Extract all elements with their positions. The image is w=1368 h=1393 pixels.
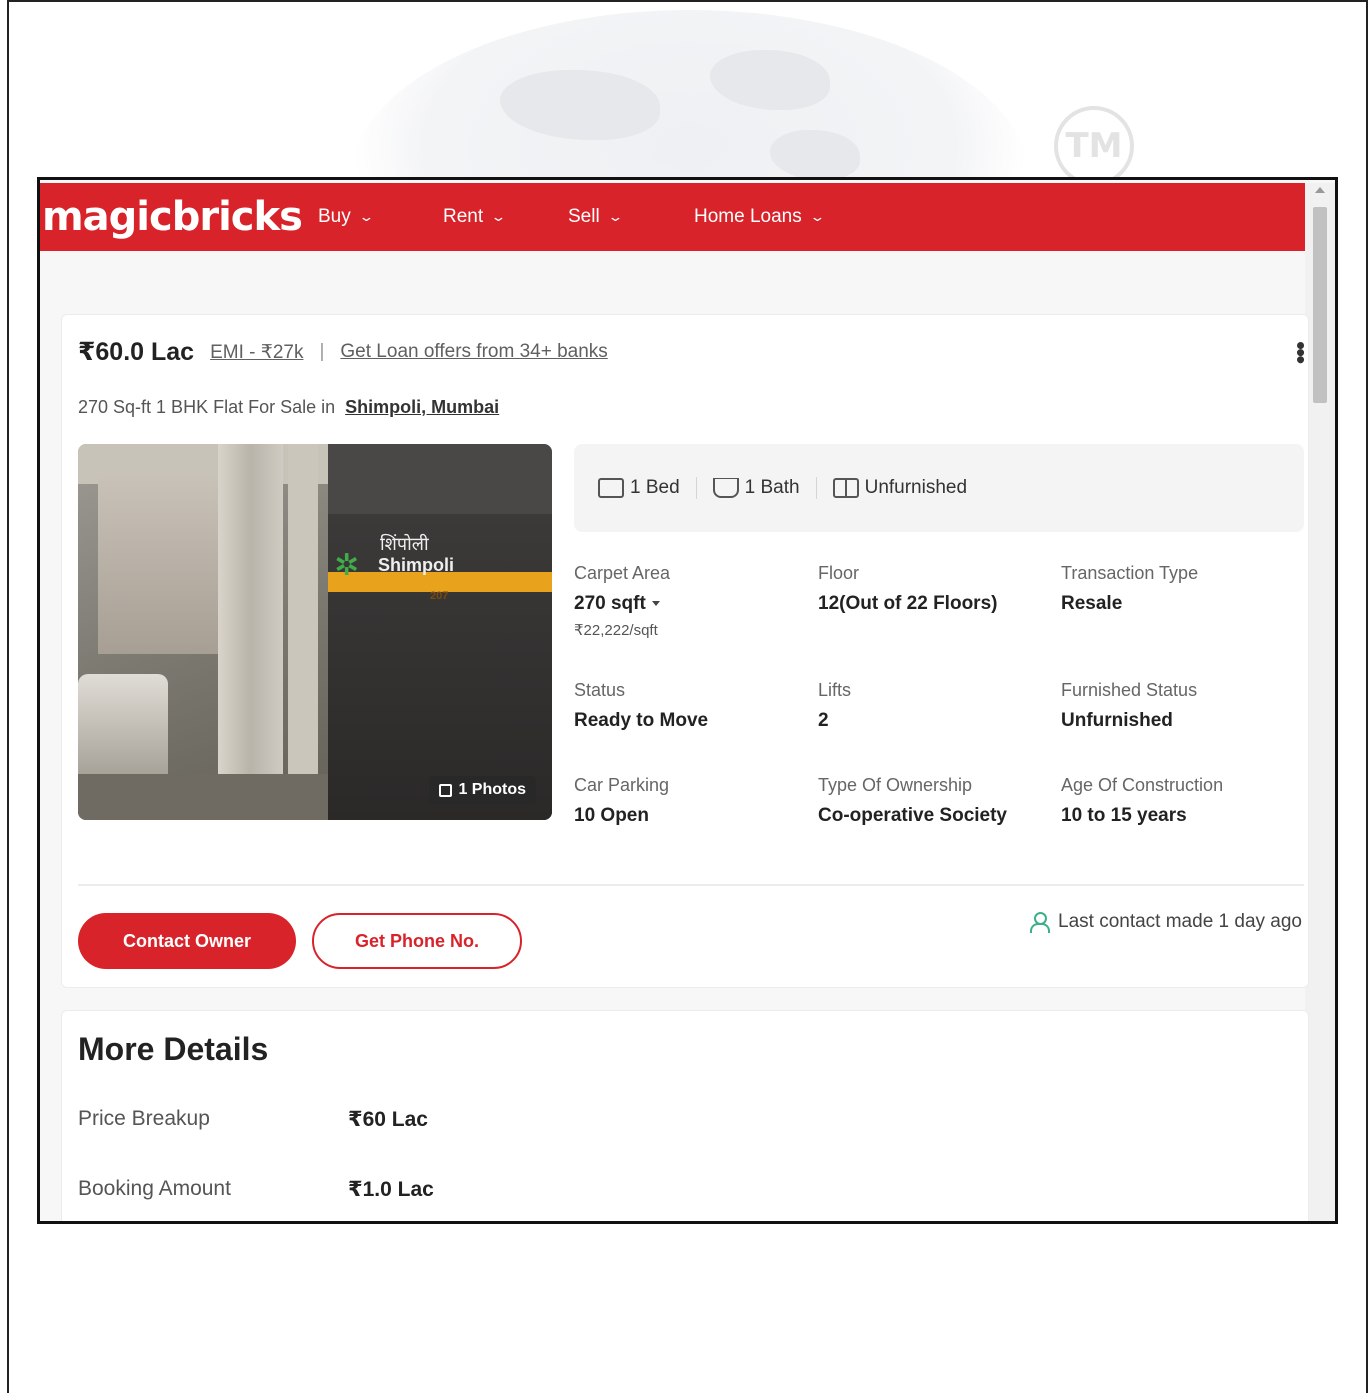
price-breakup-value: ₹60 Lac: [348, 1108, 428, 1131]
photo-count-badge[interactable]: 1 Photos: [429, 776, 536, 804]
summary-bed-label: 1 Bed: [630, 477, 680, 498]
carpet-area-value: 270 sqft: [574, 593, 646, 614]
bath-icon: [712, 478, 739, 498]
detail-value: 2: [818, 710, 829, 731]
sign-hindi-text: शिंपोली: [380, 534, 429, 555]
more-options-icon[interactable]: •••: [1286, 341, 1316, 362]
detail-lifts: Lifts 2: [818, 680, 851, 732]
more-details-title: More Details: [78, 1031, 269, 1067]
detail-age-of-construction: Age Of Construction 10 to 15 years: [1061, 775, 1223, 827]
photo-sign-top: [328, 444, 552, 524]
summary-bath-label: 1 Bath: [744, 477, 800, 498]
nav-buy[interactable]: Buy ⌄: [318, 206, 375, 228]
price-breakup-label: Price Breakup: [78, 1107, 210, 1130]
summary-furnishing: Unfurnished: [815, 477, 983, 499]
sign-number: 207: [430, 590, 449, 602]
price-separator: |: [319, 341, 325, 362]
person-icon: [1030, 912, 1050, 933]
loan-offers-link[interactable]: Get Loan offers from 34+ banks: [340, 341, 607, 363]
furnishing-icon: [832, 478, 859, 498]
detail-label: Furnished Status: [1061, 680, 1198, 700]
property-price: ₹60.0 Lac: [78, 338, 195, 366]
property-subtitle: 270 Sq-ft 1 BHK Flat For Sale in Shimpol…: [78, 397, 499, 418]
detail-label: Car Parking: [574, 775, 670, 795]
chevron-down-icon: ⌄: [809, 209, 826, 224]
detail-label: Lifts: [818, 680, 852, 700]
scroll-up-icon[interactable]: [1315, 187, 1325, 193]
summary-bath: 1 Bath: [695, 477, 816, 499]
nav-sell-label: Sell: [568, 206, 600, 227]
detail-carpet-area: Carpet Area 270 sqft ₹22,222/sqft: [574, 563, 670, 639]
chevron-down-icon: ⌄: [490, 209, 507, 224]
detail-status: Status Ready to Move: [574, 680, 708, 732]
photo-pillar: [218, 444, 283, 820]
detail-label: Age Of Construction: [1061, 775, 1224, 795]
last-contact-text: Last contact made 1 day ago: [1058, 911, 1302, 932]
emi-link[interactable]: EMI - ₹27k: [210, 341, 303, 364]
detail-value: Co-operative Society: [818, 805, 1007, 826]
nav-rent-label: Rent: [443, 206, 484, 227]
chevron-down-icon: ⌄: [606, 209, 624, 224]
more-details-card: More Details Price Breakup ₹60 Lac Booki…: [61, 1010, 1309, 1221]
detail-label: Transaction Type: [1061, 563, 1199, 583]
detail-value[interactable]: 270 sqft: [574, 593, 670, 615]
detail-label: Status: [574, 680, 626, 700]
chevron-down-icon: ⌄: [358, 209, 375, 224]
detail-value: 10 Open: [574, 805, 649, 826]
locality-link[interactable]: Shimpoli, Mumbai: [345, 397, 499, 418]
photo-car: [78, 674, 168, 784]
caret-down-icon[interactable]: [651, 601, 660, 607]
browser-screenshot: magicbricks Buy ⌄ Rent ⌄ Sell ⌄ Home Loa…: [37, 177, 1338, 1224]
detail-value: Unfurnished: [1061, 710, 1173, 731]
nav-home-loans[interactable]: Home Loans ⌄: [694, 206, 826, 228]
vertical-scrollbar[interactable]: [1305, 183, 1335, 1221]
detail-label: Floor: [818, 563, 860, 583]
summary-furnishing-label: Unfurnished: [864, 477, 968, 498]
detail-car-parking: Car Parking 10 Open: [574, 775, 669, 827]
detail-floor: Floor 12(Out of 22 Floors): [818, 563, 997, 615]
last-contact-info: Last contact made 1 day ago: [1030, 911, 1302, 933]
get-phone-button[interactable]: Get Phone No.: [312, 913, 522, 969]
contact-owner-button[interactable]: Contact Owner: [78, 913, 296, 969]
card-divider: [78, 884, 1304, 886]
nav-home-loans-label: Home Loans: [694, 206, 802, 227]
photo-pillar: [288, 444, 318, 820]
price-per-sqft: ₹22,222/sqft: [574, 622, 658, 639]
sign-english-text: Shimpoli: [378, 555, 454, 575]
detail-furnished-status: Furnished Status Unfurnished: [1061, 680, 1197, 732]
summary-bed: 1 Bed: [582, 477, 696, 499]
property-photo[interactable]: ✲ शिंपोली Shimpoli 207 1 Photos: [78, 444, 552, 820]
nav-buy-label: Buy: [318, 206, 351, 227]
photo-count-label: 1 Photos: [458, 781, 526, 798]
scrollbar-thumb[interactable]: [1313, 207, 1327, 403]
nav-rent[interactable]: Rent ⌄: [443, 206, 507, 228]
property-description: 270 Sq-ft 1 BHK Flat For Sale in: [78, 397, 336, 417]
property-summary-bar: 1 Bed 1 Bath Unfurnished: [574, 444, 1304, 532]
detail-value: 10 to 15 years: [1061, 805, 1187, 826]
detail-value: Ready to Move: [574, 710, 709, 731]
photo-floor: [78, 774, 338, 820]
bed-icon: [598, 478, 624, 498]
image-icon: [439, 783, 453, 797]
detail-label: Type Of Ownership: [818, 775, 973, 795]
society-logo-icon: ✲: [334, 549, 360, 582]
detail-transaction-type: Transaction Type Resale: [1061, 563, 1198, 615]
nav-sell[interactable]: Sell ⌄: [568, 206, 624, 228]
top-navbar: magicbricks Buy ⌄ Rent ⌄ Sell ⌄ Home Loa…: [40, 183, 1308, 251]
photo-building: [98, 474, 238, 654]
booking-amount-value: ₹1.0 Lac: [348, 1178, 434, 1201]
trademark-watermark: TM: [1054, 106, 1134, 186]
detail-value: 12(Out of 22 Floors): [818, 593, 998, 614]
property-card: ₹60.0 Lac EMI - ₹27k | Get Loan offers f…: [61, 314, 1316, 988]
detail-value: Resale: [1061, 593, 1123, 614]
magicbricks-logo[interactable]: magicbricks: [42, 194, 303, 240]
detail-ownership: Type Of Ownership Co-operative Society: [818, 775, 1007, 827]
price-row: ₹60.0 Lac EMI - ₹27k | Get Loan offers f…: [78, 337, 608, 367]
detail-label: Carpet Area: [574, 563, 671, 583]
booking-amount-label: Booking Amount: [78, 1177, 231, 1200]
